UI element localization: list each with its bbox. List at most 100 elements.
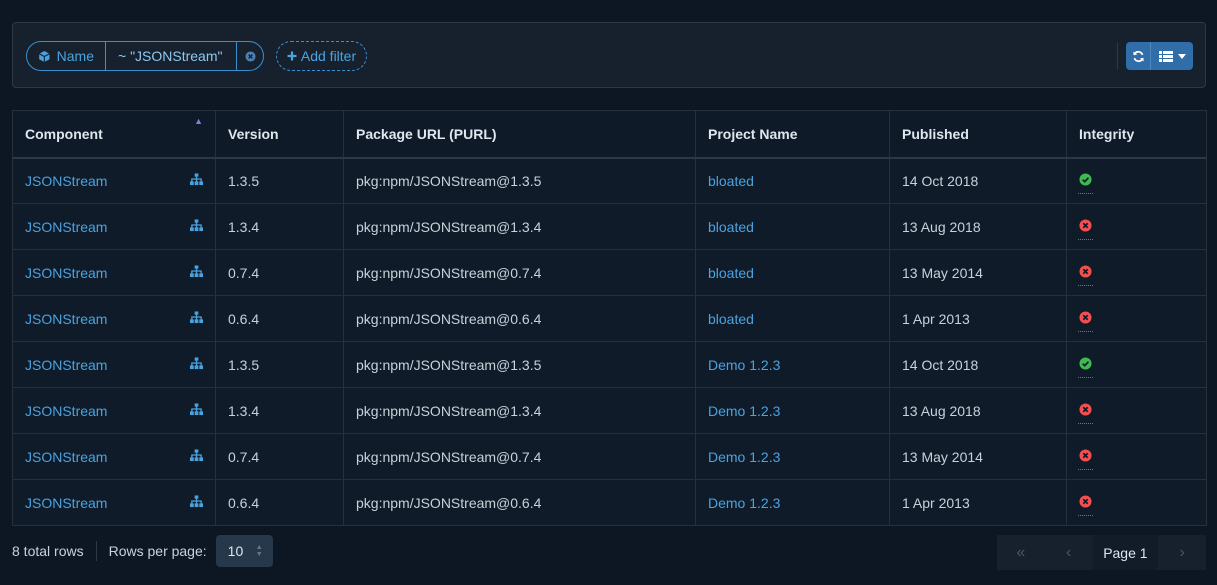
project-link[interactable]: bloated <box>708 173 754 189</box>
sort-ascending-icon: ▲ <box>194 115 203 126</box>
table-row: JSONStream 1.3.5 pkg:npm/JSONStream@1.3.5 b… <box>12 157 1207 204</box>
table-row: JSONStream 0.6.4 pkg:npm/JSONStream@0.6.4 b… <box>12 295 1207 342</box>
filter-field-label: Name <box>56 48 94 64</box>
component-link[interactable]: JSONStream <box>25 173 107 189</box>
rows-per-page-select[interactable]: 10 ▲ ▼ <box>215 535 273 567</box>
project-cell: Demo 1.2.3 <box>695 433 890 480</box>
component-cell: JSONStream <box>12 203 216 250</box>
project-cell: bloated <box>695 203 890 250</box>
sitemap-icon[interactable] <box>190 448 203 465</box>
component-link[interactable]: JSONStream <box>25 311 107 327</box>
version-cell: 0.7.4 <box>215 433 344 480</box>
filter-value[interactable]: ~ "JSONStream" <box>106 42 237 70</box>
sitemap-icon[interactable] <box>190 218 203 235</box>
project-link[interactable]: bloated <box>708 219 754 235</box>
close-circle-icon <box>244 50 256 62</box>
purl-cell: pkg:npm/JSONStream@1.3.4 <box>343 203 696 250</box>
project-cell: bloated <box>695 295 890 342</box>
purl-cell: pkg:npm/JSONStream@0.7.4 <box>343 249 696 296</box>
pagination-controls: « ‹ Page 1 › <box>997 535 1206 570</box>
column-header-published[interactable]: Published <box>889 110 1067 159</box>
component-link[interactable]: JSONStream <box>25 403 107 419</box>
add-filter-button[interactable]: Add filter <box>276 41 367 71</box>
sitemap-icon[interactable] <box>190 494 203 511</box>
component-link[interactable]: JSONStream <box>25 357 107 373</box>
project-link[interactable]: Demo 1.2.3 <box>708 403 780 419</box>
chevron-left-icon: ‹ <box>1065 543 1072 561</box>
table-row: JSONStream 0.7.4 pkg:npm/JSONStream@0.7.4 b… <box>12 249 1207 296</box>
refresh-button[interactable] <box>1126 42 1151 70</box>
sitemap-icon[interactable] <box>190 264 203 281</box>
table-row: JSONStream 0.6.4 pkg:npm/JSONStream@0.6.4 D… <box>12 479 1207 526</box>
component-cell: JSONStream <box>12 387 216 434</box>
project-link[interactable]: Demo 1.2.3 <box>708 357 780 373</box>
refresh-icon <box>1132 50 1144 62</box>
column-header-component[interactable]: Component ▲ <box>12 110 216 159</box>
component-link[interactable]: JSONStream <box>25 219 107 235</box>
integrity-cell <box>1066 387 1207 434</box>
project-link[interactable]: Demo 1.2.3 <box>708 495 780 511</box>
component-link[interactable]: JSONStream <box>25 495 107 511</box>
column-header-version[interactable]: Version <box>215 110 344 159</box>
rows-per-page-value: 10 <box>227 543 244 559</box>
published-cell: 13 May 2014 <box>889 433 1067 480</box>
column-header-project-name[interactable]: Project Name <box>695 110 890 159</box>
published-cell: 13 Aug 2018 <box>889 203 1067 250</box>
list-icon <box>1158 50 1173 62</box>
integrity-cell <box>1066 341 1207 388</box>
previous-page-button[interactable]: ‹ <box>1044 535 1093 570</box>
sitemap-icon[interactable] <box>190 310 203 327</box>
published-cell: 1 Apr 2013 <box>889 295 1067 342</box>
x-circle-icon <box>1078 448 1093 470</box>
project-link[interactable]: Demo 1.2.3 <box>708 449 780 465</box>
toolbar-divider <box>1117 43 1118 69</box>
column-header-purl[interactable]: Package URL (PURL) <box>343 110 696 159</box>
component-cell: JSONStream <box>12 341 216 388</box>
integrity-cell <box>1066 157 1207 204</box>
caret-down-icon <box>1177 53 1186 59</box>
columns-dropdown-button[interactable] <box>1151 42 1193 70</box>
project-link[interactable]: bloated <box>708 311 754 327</box>
integrity-cell <box>1066 203 1207 250</box>
purl-cell: pkg:npm/JSONStream@1.3.5 <box>343 341 696 388</box>
filter-chip[interactable]: Name ~ "JSONStream" <box>26 41 264 71</box>
integrity-cell <box>1066 249 1207 296</box>
sitemap-icon[interactable] <box>190 402 203 419</box>
version-cell: 0.6.4 <box>215 479 344 526</box>
component-link[interactable]: JSONStream <box>25 265 107 281</box>
purl-cell: pkg:npm/JSONStream@0.6.4 <box>343 479 696 526</box>
column-header-integrity[interactable]: Integrity <box>1066 110 1207 159</box>
purl-cell: pkg:npm/JSONStream@1.3.5 <box>343 157 696 204</box>
remove-filter-button[interactable] <box>237 42 263 70</box>
purl-cell: pkg:npm/JSONStream@1.3.4 <box>343 387 696 434</box>
project-cell: Demo 1.2.3 <box>695 479 890 526</box>
cube-icon <box>38 50 50 62</box>
integrity-cell <box>1066 479 1207 526</box>
component-cell: JSONStream <box>12 249 216 296</box>
first-page-button[interactable]: « <box>997 535 1045 570</box>
rows-per-page-label: Rows per page: <box>108 543 207 559</box>
toolbar-button-group <box>1126 42 1193 70</box>
total-rows: 8 total rows <box>12 541 97 561</box>
chevron-right-icon: › <box>1179 543 1185 561</box>
published-cell: 13 Aug 2018 <box>889 387 1067 434</box>
plus-icon <box>287 51 297 61</box>
component-link[interactable]: JSONStream <box>25 449 107 465</box>
published-cell: 14 Oct 2018 <box>889 341 1067 388</box>
project-cell: bloated <box>695 249 890 296</box>
x-circle-icon <box>1078 218 1093 240</box>
version-cell: 1.3.5 <box>215 157 344 204</box>
project-cell: bloated <box>695 157 890 204</box>
double-chevron-left-icon: « <box>1016 543 1026 561</box>
published-cell: 13 May 2014 <box>889 249 1067 296</box>
project-link[interactable]: bloated <box>708 265 754 281</box>
check-circle-icon <box>1078 356 1093 378</box>
filter-field[interactable]: Name <box>27 42 106 70</box>
sitemap-icon[interactable] <box>190 173 203 189</box>
component-cell: JSONStream <box>12 295 216 342</box>
sitemap-icon[interactable] <box>190 356 203 373</box>
purl-cell: pkg:npm/JSONStream@0.6.4 <box>343 295 696 342</box>
next-page-button[interactable]: › <box>1158 535 1206 570</box>
table-row: JSONStream 1.3.5 pkg:npm/JSONStream@1.3.5 D… <box>12 341 1207 388</box>
table-row: JSONStream 0.7.4 pkg:npm/JSONStream@0.7.4 D… <box>12 433 1207 480</box>
